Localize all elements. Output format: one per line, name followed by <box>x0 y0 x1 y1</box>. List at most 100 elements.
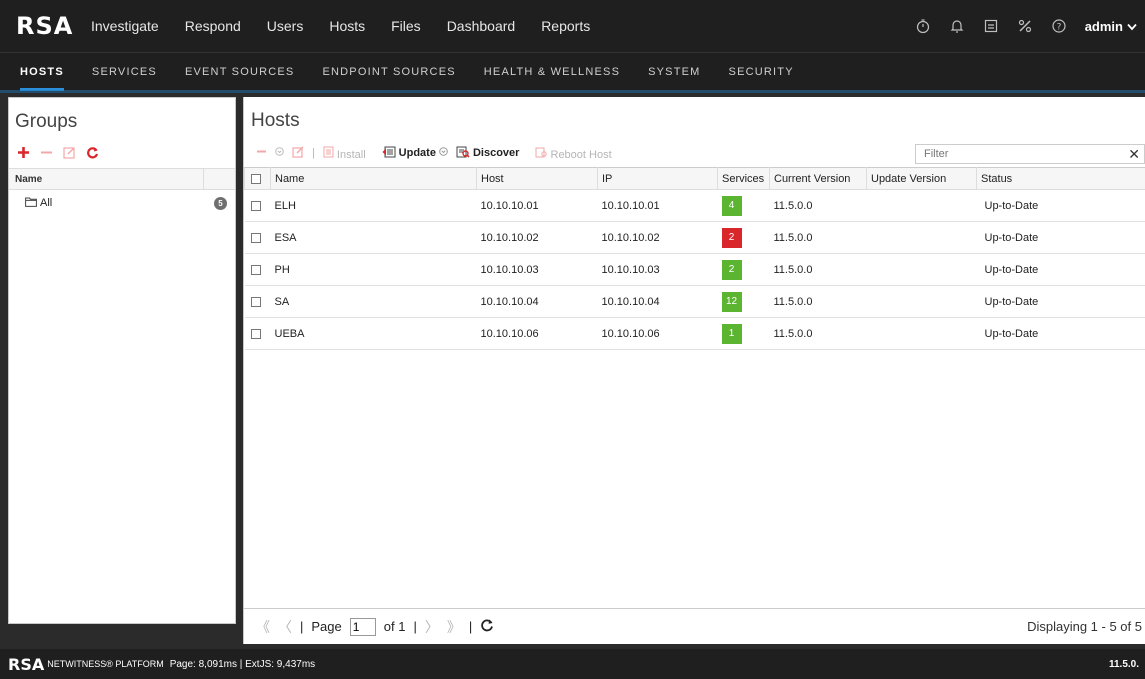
user-menu[interactable]: admin <box>1085 19 1137 34</box>
sub-navigation: HOSTS SERVICES EVENT SOURCES ENDPOINT SO… <box>0 52 1145 91</box>
install-label: Install <box>336 148 366 161</box>
edit-host-icon[interactable] <box>292 146 304 161</box>
tab-services[interactable]: SERVICES <box>92 53 157 91</box>
cell-host: 10.10.10.02 <box>480 231 539 244</box>
bell-icon[interactable] <box>949 18 965 34</box>
reboot-icon <box>535 147 550 161</box>
table-row[interactable]: SA 10.10.10.04 10.10.10.04 12 11.5.0.0 Up-to-… <box>244 286 1145 318</box>
hosts-panel: Hosts | Install Update Discover Reboot H… <box>243 97 1145 644</box>
last-page-icon[interactable]: 》 <box>447 617 461 637</box>
next-page-icon[interactable]: 〉 <box>425 617 439 637</box>
nav-files[interactable]: Files <box>391 18 421 34</box>
select-all-checkbox[interactable] <box>251 173 261 184</box>
install-button[interactable]: Install <box>323 146 366 161</box>
column-current-version[interactable]: Current Version <box>769 167 867 190</box>
cell-host: 10.10.10.03 <box>480 263 539 276</box>
cell-status: Up-to-Date <box>984 327 1039 340</box>
refresh-icon[interactable] <box>480 618 494 635</box>
tab-health-wellness[interactable]: HEALTH & WELLNESS <box>484 53 620 91</box>
svg-text:?: ? <box>1056 23 1061 33</box>
edit-group-icon[interactable] <box>63 146 76 163</box>
services-badge[interactable]: 4 <box>721 195 742 216</box>
group-item-all[interactable]: All 5 <box>9 190 235 216</box>
divider <box>0 90 1145 93</box>
update-icon <box>382 145 396 161</box>
cell-status: Up-to-Date <box>984 263 1039 276</box>
stopwatch-icon[interactable] <box>915 18 931 34</box>
row-checkbox[interactable] <box>250 232 261 243</box>
first-page-icon[interactable]: 《 <box>256 617 270 637</box>
row-checkbox[interactable] <box>250 328 261 339</box>
nav-dashboard[interactable]: Dashboard <box>447 18 516 34</box>
remove-group-icon[interactable] <box>40 146 53 163</box>
nav-respond[interactable]: Respond <box>185 18 241 34</box>
previous-page-icon[interactable]: 〈 <box>278 617 292 637</box>
cell-ip: 10.10.10.03 <box>601 263 660 276</box>
user-name: admin <box>1084 18 1123 34</box>
footer-platform: NETWITNESS® PLATFORM <box>47 659 164 669</box>
table-row[interactable]: PH 10.10.10.03 10.10.10.03 2 11.5.0.0 Up-to-D… <box>244 254 1145 286</box>
reboot-host-button[interactable]: Reboot Host <box>535 146 612 161</box>
row-checkbox[interactable] <box>250 264 261 275</box>
table-body: ELH 10.10.10.01 10.10.10.01 4 11.5.0.0 Up-to-… <box>244 190 1145 350</box>
page-count: of 1 <box>383 619 406 634</box>
discover-button[interactable]: Discover <box>456 145 519 161</box>
hosts-title: Hosts <box>251 110 300 131</box>
row-checkbox[interactable] <box>250 200 261 211</box>
row-checkbox[interactable] <box>250 296 261 307</box>
services-badge[interactable]: 12 <box>721 291 742 312</box>
cell-current-version: 11.5.0.0 <box>773 263 813 276</box>
filter-input[interactable] <box>924 148 1114 160</box>
tools-icon[interactable] <box>1017 18 1033 34</box>
page-number-input[interactable] <box>349 617 376 636</box>
column-name[interactable]: Name <box>270 167 477 190</box>
services-badge[interactable]: 2 <box>721 259 742 280</box>
discover-label: Discover <box>472 147 520 159</box>
column-status[interactable]: Status <box>976 167 1145 190</box>
cell-status: Up-to-Date <box>984 295 1039 308</box>
nav-reports[interactable]: Reports <box>541 18 590 34</box>
help-icon[interactable]: ? <box>1051 18 1067 34</box>
table-row[interactable]: ESA 10.10.10.02 10.10.10.02 2 11.5.0.0 Up-to-… <box>244 222 1145 254</box>
tab-system[interactable]: SYSTEM <box>648 53 700 91</box>
cell-ip: 10.10.10.02 <box>601 231 660 244</box>
cell-host: 10.10.10.04 <box>480 295 539 308</box>
cell-name: ESA <box>274 231 297 244</box>
add-group-icon[interactable] <box>17 146 30 163</box>
services-badge[interactable]: 1 <box>721 323 742 344</box>
column-host[interactable]: Host <box>476 167 598 190</box>
column-ip[interactable]: IP <box>597 167 718 190</box>
close-icon[interactable]: ✕ <box>1128 146 1140 163</box>
nav-users[interactable]: Users <box>267 18 304 34</box>
cell-host: 10.10.10.01 <box>480 199 539 212</box>
table-row[interactable]: UEBA 10.10.10.06 10.10.10.06 1 11.5.0.0 Up-to… <box>244 318 1145 350</box>
row-checkbox-cell <box>245 190 271 222</box>
chevron-down-icon <box>1127 19 1137 34</box>
column-services[interactable]: Services <box>717 167 770 190</box>
cell-update-version <box>867 222 977 254</box>
update-button[interactable]: Update <box>382 145 448 161</box>
chevron-down-icon[interactable] <box>275 147 284 159</box>
services-badge[interactable]: 2 <box>721 227 742 248</box>
tab-hosts[interactable]: HOSTS <box>20 53 64 91</box>
groups-title: Groups <box>15 111 78 132</box>
tasks-icon[interactable] <box>983 18 999 34</box>
groups-panel: Groups Name All 5 <box>8 97 236 624</box>
rsa-logo[interactable]: RSA <box>16 12 91 40</box>
nav-investigate[interactable]: Investigate <box>91 18 159 34</box>
remove-host-icon[interactable] <box>256 146 267 160</box>
tab-endpoint-sources[interactable]: ENDPOINT SOURCES <box>322 53 455 91</box>
cell-services: 2 <box>718 254 770 286</box>
separator: | <box>468 619 473 634</box>
cell-name: UEBA <box>274 327 305 340</box>
cell-ip: 10.10.10.01 <box>601 199 660 212</box>
nav-hosts[interactable]: Hosts <box>329 18 365 34</box>
tab-security[interactable]: SECURITY <box>729 53 794 91</box>
refresh-icon[interactable] <box>86 146 99 163</box>
table-row[interactable]: ELH 10.10.10.01 10.10.10.01 4 11.5.0.0 Up-to-… <box>244 190 1145 222</box>
cell-services: 2 <box>718 222 770 254</box>
row-checkbox-cell <box>245 254 271 286</box>
column-update-version[interactable]: Update Version <box>866 167 977 190</box>
groups-column-name[interactable]: Name <box>9 169 204 189</box>
tab-event-sources[interactable]: EVENT SOURCES <box>185 53 295 91</box>
